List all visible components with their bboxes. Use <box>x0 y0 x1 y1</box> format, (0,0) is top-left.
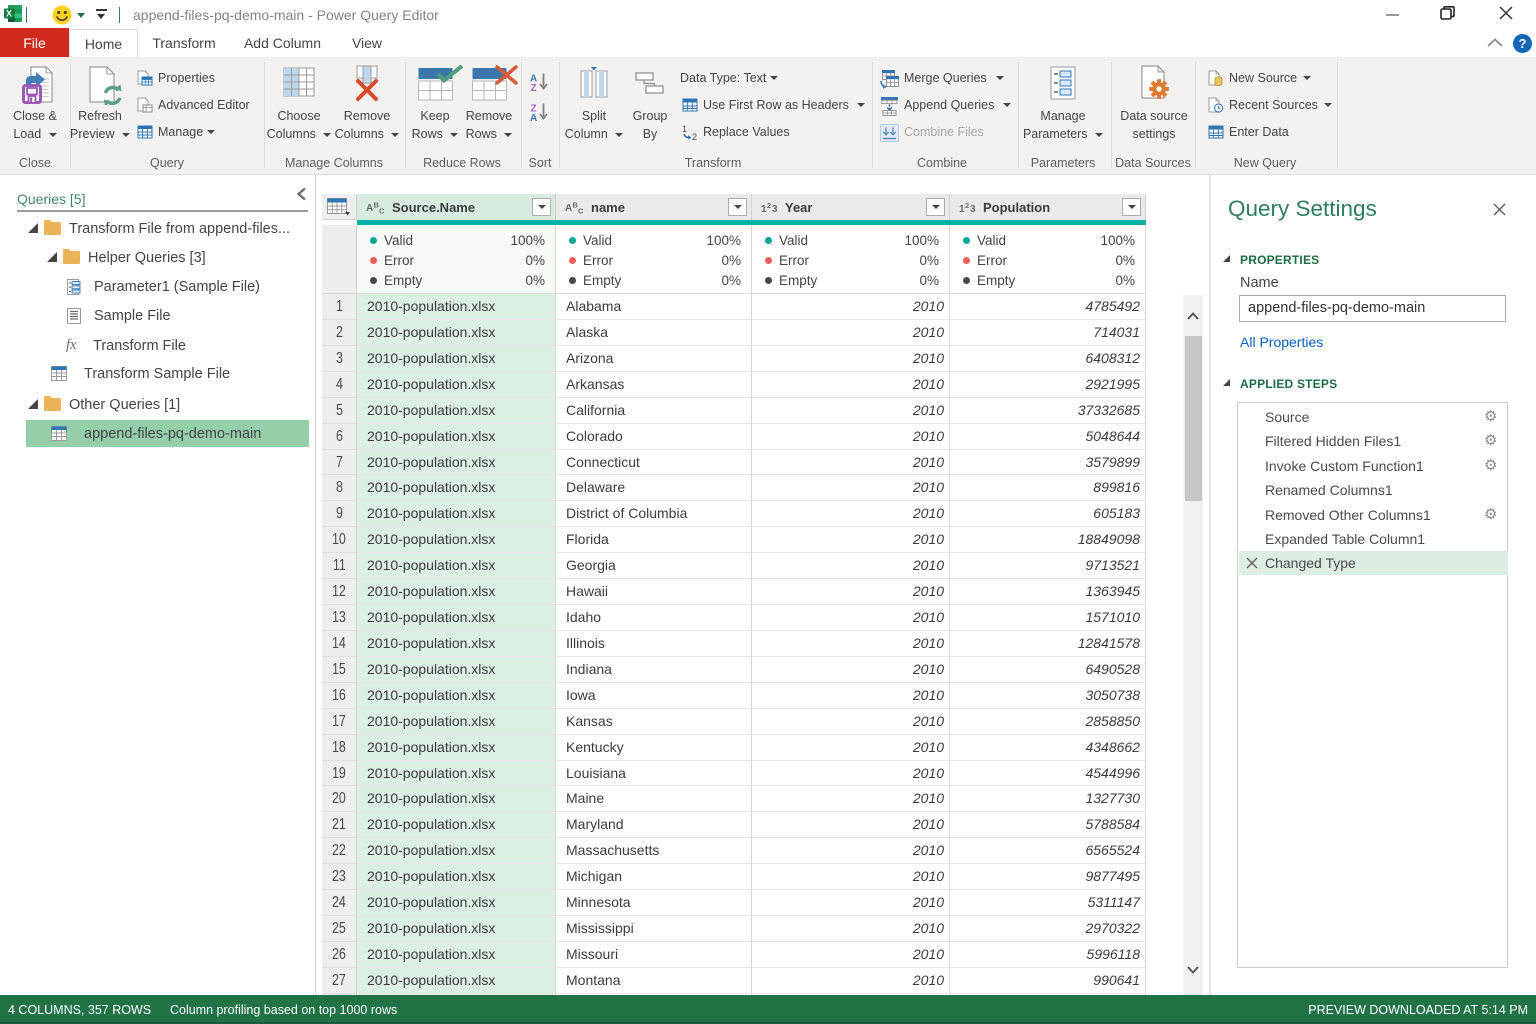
svg-text:A: A <box>565 203 572 214</box>
svg-text:3: 3 <box>970 204 976 214</box>
svg-text:X: X <box>6 9 12 19</box>
svg-text:A: A <box>366 203 373 214</box>
svg-text:2: 2 <box>692 132 697 141</box>
svg-text:2: 2 <box>965 201 969 210</box>
svg-text:Z: Z <box>531 83 537 92</box>
svg-text:3: 3 <box>772 204 778 214</box>
svg-text:C: C <box>578 207 584 215</box>
svg-text:A: A <box>530 113 537 122</box>
svg-text:C: C <box>379 207 385 215</box>
svg-text:2: 2 <box>767 201 771 210</box>
svg-text:1: 1 <box>682 124 687 134</box>
